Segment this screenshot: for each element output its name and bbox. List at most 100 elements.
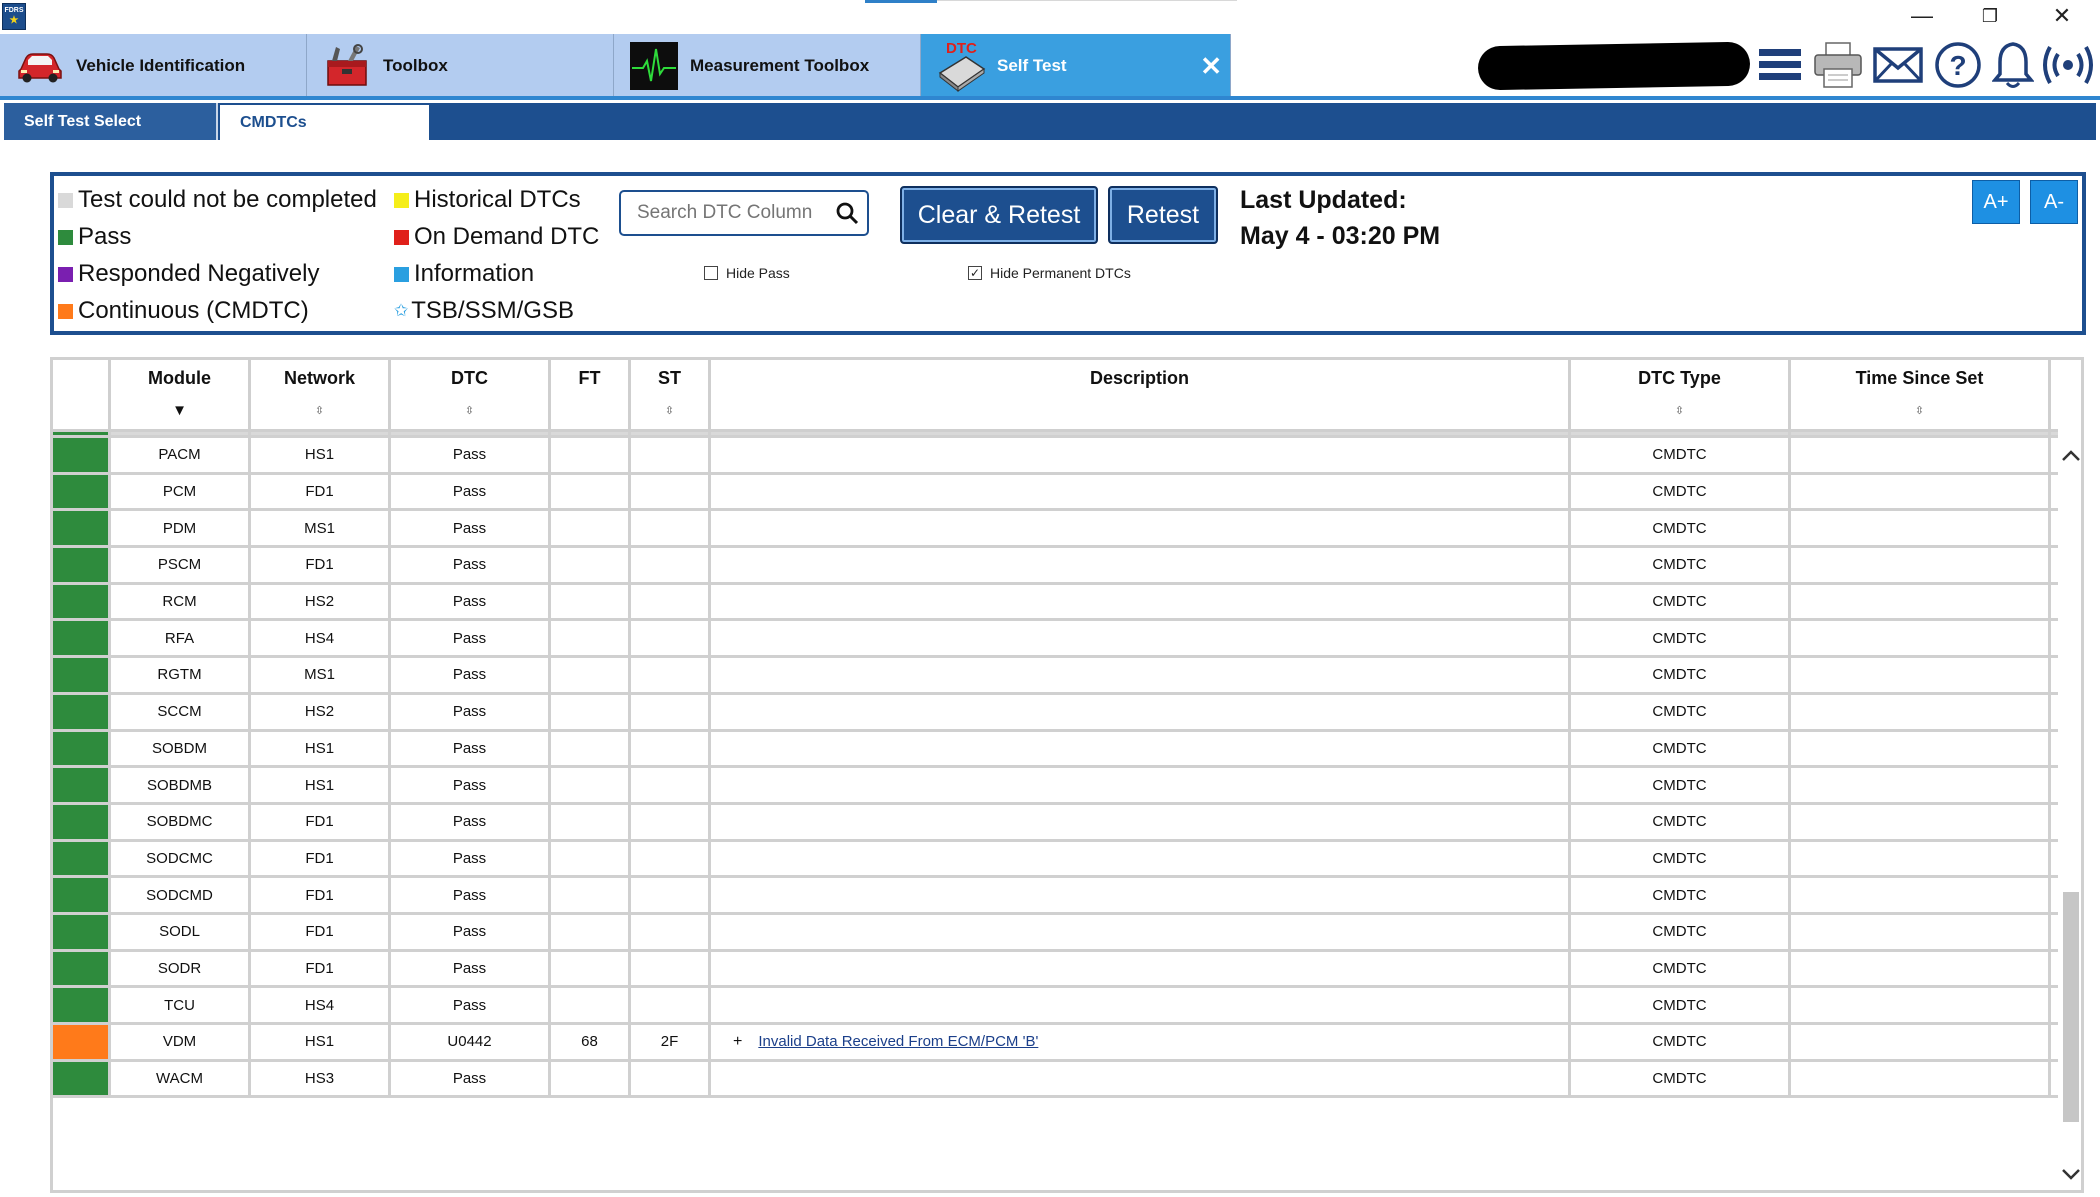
table-row[interactable]: PCM FD1 Pass CMDTC xyxy=(53,474,2058,512)
time-since-set-cell xyxy=(1791,658,2051,692)
table-row[interactable]: PACM HS1 Pass CMDTC xyxy=(53,438,2058,475)
table-row[interactable]: SODCMC FD1 Pass CMDTC xyxy=(53,841,2058,879)
tab-measurement-toolbox[interactable]: Measurement Toolbox xyxy=(614,34,921,97)
menu-icon[interactable] xyxy=(1756,40,1804,90)
search-icon[interactable] xyxy=(835,201,861,227)
table-row[interactable]: SOBDM HS1 Pass CMDTC xyxy=(53,731,2058,769)
table-row[interactable]: SCCM HS2 Pass CMDTC xyxy=(53,694,2058,732)
tab-toolbox[interactable]: Toolbox xyxy=(307,34,614,97)
status-color-bar xyxy=(53,804,108,839)
dtc-type-cell: CMDTC xyxy=(1571,1025,1791,1059)
ft-cell xyxy=(551,768,631,802)
table-row[interactable]: RGTM MS1 Pass CMDTC xyxy=(53,658,2058,695)
status-cell xyxy=(53,841,111,876)
font-decrease-button[interactable]: A- xyxy=(2030,180,2078,224)
network-cell: FD1 xyxy=(251,951,391,986)
hide-permanent-dtcs-checkbox[interactable]: ✓ Hide Permanent DTCs xyxy=(968,265,1131,281)
st-cell xyxy=(631,731,711,766)
legend-item: ✩ TSB/SSM/GSB xyxy=(394,297,574,325)
star-icon: ★ xyxy=(9,15,19,26)
checkbox-unchecked[interactable] xyxy=(704,266,718,280)
table-row[interactable]: PDM MS1 Pass CMDTC xyxy=(53,511,2058,549)
description-cell: + Invalid Data Received From ECM/PCM 'B' xyxy=(711,1025,1571,1059)
mail-icon[interactable] xyxy=(1872,40,1924,90)
sort-icon[interactable]: ⇳ xyxy=(391,404,548,417)
legend-label: TSB/SSM/GSB xyxy=(411,297,574,324)
table-row[interactable]: SODCMD FD1 Pass CMDTC xyxy=(53,878,2058,915)
sort-icon[interactable]: ⇳ xyxy=(251,404,388,417)
hide-pass-checkbox[interactable]: Hide Pass xyxy=(704,265,790,281)
help-icon[interactable]: ? xyxy=(1932,40,1984,90)
tab-vehicle-identification[interactable]: Vehicle Identification xyxy=(0,34,307,97)
header-label: Description xyxy=(1089,368,1190,388)
scrollbar[interactable] xyxy=(2058,432,2081,1190)
dtc-cell: Pass xyxy=(391,658,551,692)
time-since-set-cell xyxy=(1791,951,2051,986)
table-row[interactable]: PSCM FD1 Pass CMDTC xyxy=(53,548,2058,585)
scroll-up-icon[interactable] xyxy=(2058,444,2081,468)
wireless-icon[interactable] xyxy=(2040,40,2096,90)
table-row[interactable]: RFA HS4 Pass CMDTC xyxy=(53,621,2058,659)
star-icon: ✩ xyxy=(394,301,409,320)
close-tab-icon[interactable]: ✕ xyxy=(1200,51,1222,82)
table-row[interactable]: SODL FD1 Pass CMDTC xyxy=(53,914,2058,952)
restore-button[interactable]: ❐ xyxy=(1960,0,2020,32)
header-description[interactable]: Description xyxy=(711,360,1571,432)
description-cell xyxy=(711,1061,1571,1096)
dtc-type-cell: CMDTC xyxy=(1571,804,1791,839)
title-bar: FDRS ★ — ❐ ✕ xyxy=(0,0,2100,34)
close-window-button[interactable]: ✕ xyxy=(2032,0,2092,32)
module-cell: RCM xyxy=(111,584,251,619)
table-row[interactable]: WACM HS3 Pass CMDTC xyxy=(53,1061,2058,1099)
legend-label: Test could not be completed xyxy=(78,186,377,213)
subtab-cmdtcs[interactable]: CMDTCs xyxy=(218,103,431,140)
dtc-type-cell: CMDTC xyxy=(1571,951,1791,986)
printer-icon[interactable] xyxy=(1810,40,1866,90)
clear-retest-button[interactable]: Clear & Retest xyxy=(900,186,1098,244)
expand-icon[interactable]: + xyxy=(733,1033,742,1051)
table-row[interactable]: TCU HS4 Pass CMDTC xyxy=(53,988,2058,1025)
table-row[interactable]: RCM HS2 Pass CMDTC xyxy=(53,584,2058,622)
sort-desc-icon[interactable]: ▼ xyxy=(111,402,248,419)
table-row[interactable]: SODR FD1 Pass CMDTC xyxy=(53,951,2058,989)
status-color-bar xyxy=(53,731,108,766)
search-dtc-input[interactable] xyxy=(619,190,869,236)
sort-icon[interactable]: ⇳ xyxy=(1571,404,1788,417)
description-link[interactable]: Invalid Data Received From ECM/PCM 'B' xyxy=(758,1033,1038,1050)
table-row[interactable]: SOBDMC FD1 Pass CMDTC xyxy=(53,804,2058,842)
st-cell xyxy=(631,768,711,802)
dtc-cell: Pass xyxy=(391,731,551,766)
sort-icon[interactable]: ⇳ xyxy=(631,404,708,417)
status-color-bar xyxy=(53,1061,108,1096)
st-cell xyxy=(631,988,711,1022)
checkbox-checked[interactable]: ✓ xyxy=(968,266,982,280)
font-increase-button[interactable]: A+ xyxy=(1972,180,2020,224)
header-dtc[interactable]: DTC ⇳ xyxy=(391,360,551,432)
header-st[interactable]: ST ⇳ xyxy=(631,360,711,432)
table-row[interactable]: VDM HS1 U0442 68 2F + Invalid Data Received Fr… xyxy=(53,1025,2058,1062)
description-cell xyxy=(711,951,1571,986)
header-network[interactable]: Network ⇳ xyxy=(251,360,391,432)
checkbox-label: Hide Permanent DTCs xyxy=(990,265,1131,281)
header-time-since-set[interactable]: Time Since Set ⇳ xyxy=(1791,360,2051,432)
scrollbar-thumb[interactable] xyxy=(2063,892,2079,1122)
legend-item: Continuous (CMDTC) xyxy=(58,297,309,325)
minimize-button[interactable]: — xyxy=(1892,0,1952,32)
status-color-bar xyxy=(53,548,108,582)
table-row[interactable]: SOBDMB HS1 Pass CMDTC xyxy=(53,768,2058,805)
retest-button[interactable]: Retest xyxy=(1108,186,1218,244)
module-cell: SODCMC xyxy=(111,841,251,876)
sort-icon[interactable]: ⇳ xyxy=(1791,404,2048,417)
header-ft[interactable]: FT xyxy=(551,360,631,432)
tab-self-test[interactable]: DTC Self Test ✕ xyxy=(921,34,1231,97)
legend-swatch-gray xyxy=(58,192,73,208)
legend-item: Responded Negatively xyxy=(58,260,320,288)
subtab-self-test-select[interactable]: Self Test Select xyxy=(4,103,218,140)
scroll-down-icon[interactable] xyxy=(2058,1162,2081,1186)
header-module[interactable]: Module ▼ xyxy=(111,360,251,432)
bell-icon[interactable] xyxy=(1990,40,2036,90)
dtc-type-cell: CMDTC xyxy=(1571,474,1791,509)
header-label: Module xyxy=(148,368,211,388)
module-cell: PDM xyxy=(111,511,251,546)
header-dtc-type[interactable]: DTC Type ⇳ xyxy=(1571,360,1791,432)
